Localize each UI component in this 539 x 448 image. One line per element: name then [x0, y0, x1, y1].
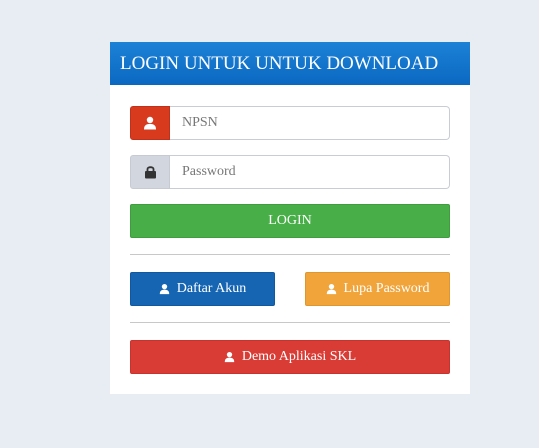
demo-button[interactable]: Demo Aplikasi SKL — [130, 340, 450, 374]
user-icon — [224, 351, 235, 363]
password-field — [130, 155, 450, 189]
password-input[interactable] — [170, 155, 450, 189]
divider — [130, 254, 450, 255]
login-button-label: LOGIN — [268, 213, 312, 228]
login-panel: LOGIN UNTUK UNTUK DOWNLOAD LOGIN Daftar … — [110, 42, 470, 394]
login-button[interactable]: LOGIN — [130, 204, 450, 238]
user-icon — [159, 283, 170, 295]
forgot-password-button-label: Lupa Password — [343, 281, 430, 296]
forgot-password-button[interactable]: Lupa Password — [305, 272, 450, 306]
divider — [130, 322, 450, 323]
register-button-label: Daftar Akun — [176, 281, 247, 296]
lock-icon — [130, 155, 170, 189]
panel-title: LOGIN UNTUK UNTUK DOWNLOAD — [110, 42, 470, 85]
user-icon — [130, 106, 170, 140]
demo-button-label: Demo Aplikasi SKL — [241, 349, 357, 364]
npsn-field — [130, 106, 450, 140]
npsn-input[interactable] — [170, 106, 450, 140]
user-icon — [326, 283, 337, 295]
register-button[interactable]: Daftar Akun — [130, 272, 275, 306]
